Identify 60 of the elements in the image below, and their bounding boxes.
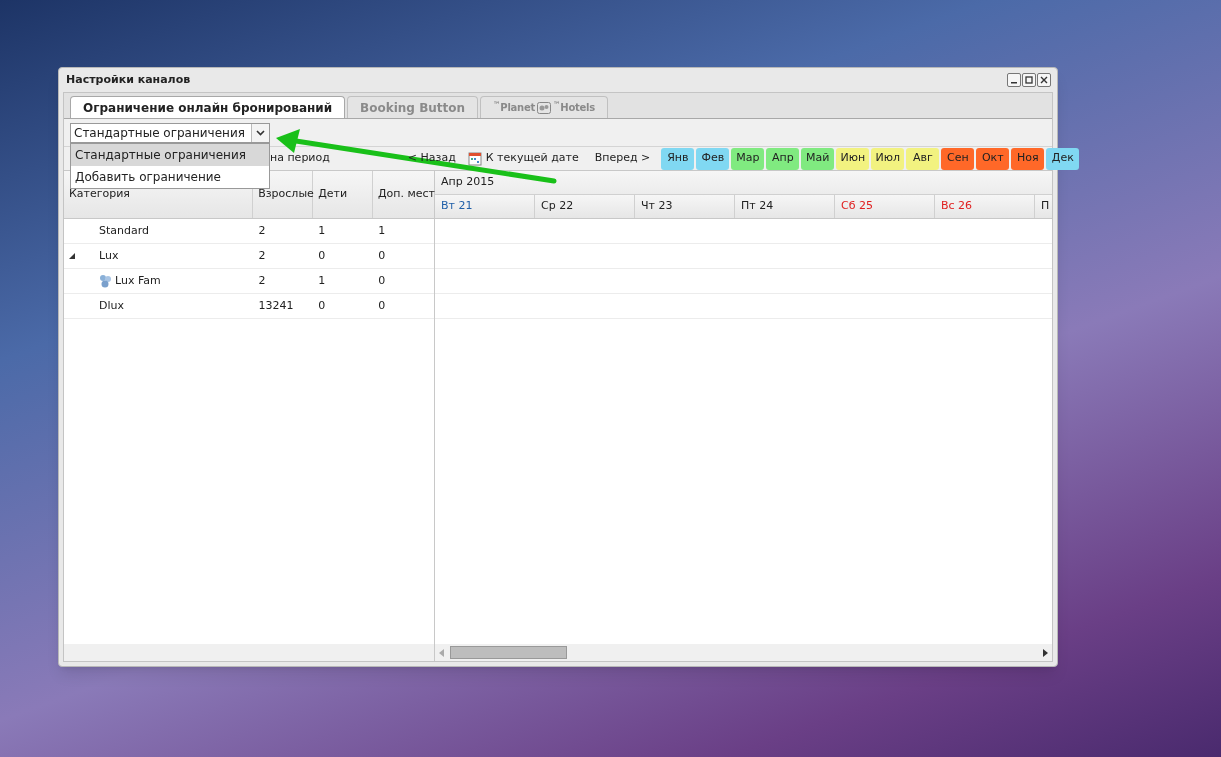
month-button[interactable]: Апр: [766, 147, 800, 170]
table-cell-text: 2: [257, 247, 267, 264]
category-name: Dlux: [99, 297, 124, 314]
close-button[interactable]: [1037, 73, 1051, 87]
table-cell-text: 0: [317, 247, 327, 264]
day-header: Вс 26: [935, 195, 1035, 218]
horizontal-scrollbar[interactable]: [435, 644, 1052, 661]
day-header: Пт 24: [735, 195, 835, 218]
month-button[interactable]: Мар: [731, 147, 765, 170]
column-header[interactable]: Взрослые: [258, 186, 314, 203]
table-cell-text: 1: [317, 222, 327, 239]
month-button[interactable]: Фев: [696, 147, 730, 170]
maximize-button[interactable]: [1022, 73, 1036, 87]
column-header[interactable]: Доп. мест: [378, 186, 436, 203]
table-cell-text: 0: [377, 272, 387, 289]
day-header: Вт 21: [435, 195, 535, 218]
day-header: Сб 25: [835, 195, 935, 218]
category-combo[interactable]: Стандартные ограничения: [70, 122, 270, 143]
table-cell-text: 2: [257, 222, 267, 239]
month-button[interactable]: Июн: [836, 147, 870, 170]
month-button[interactable]: Сен: [941, 147, 975, 170]
window-title: Настройки каналов: [66, 71, 191, 88]
column-header[interactable]: Дети: [318, 186, 348, 203]
month-button[interactable]: Авг: [906, 147, 940, 170]
day-header: П: [1035, 195, 1052, 218]
month-button[interactable]: Дек: [1046, 147, 1080, 170]
month-button[interactable]: Июл: [871, 147, 905, 170]
table-cell-text: 1: [317, 272, 327, 289]
table-cell-text: 0: [377, 247, 387, 264]
forward-button[interactable]: Вперед >: [594, 150, 651, 167]
month-button[interactable]: Май: [801, 147, 835, 170]
table-cell-text: 13241: [257, 297, 295, 314]
minimize-button[interactable]: [1007, 73, 1021, 87]
chevron-down-icon: [256, 129, 265, 136]
period-button[interactable]: на период: [270, 150, 330, 167]
month-button[interactable]: Янв: [661, 147, 695, 170]
maximize-icon: [1025, 76, 1033, 84]
close-icon: [1040, 76, 1048, 84]
expand-triangle-icon[interactable]: [69, 253, 75, 259]
table-cell-text: 0: [317, 297, 327, 314]
room-group-icon: [99, 274, 112, 288]
table-cell-text: 0: [377, 297, 387, 314]
scroll-right-icon[interactable]: [1043, 648, 1048, 657]
tab[interactable]: Ограничение онлайн бронирований: [70, 96, 346, 118]
column-header[interactable]: Категория: [69, 186, 130, 203]
category-name: Lux: [99, 247, 119, 264]
today-button[interactable]: К текущей дате: [467, 150, 579, 167]
table-cell-text: 1: [377, 222, 387, 239]
day-header: Ср 22: [535, 195, 635, 218]
table-cell-text: 2: [257, 272, 267, 289]
month-button[interactable]: Окт: [976, 147, 1010, 170]
day-header: Чт 23: [635, 195, 735, 218]
category-name: Standard: [99, 222, 150, 239]
month-label: Апр 2015: [441, 174, 495, 191]
scroll-thumb[interactable]: [450, 646, 567, 659]
category-name: Lux Fam: [115, 272, 161, 289]
dropdown-option[interactable]: Стандартные ограничения: [71, 144, 269, 166]
month-button[interactable]: Ноя: [1011, 147, 1045, 170]
calendar-icon: [467, 151, 482, 166]
logo-icon: [537, 101, 552, 114]
